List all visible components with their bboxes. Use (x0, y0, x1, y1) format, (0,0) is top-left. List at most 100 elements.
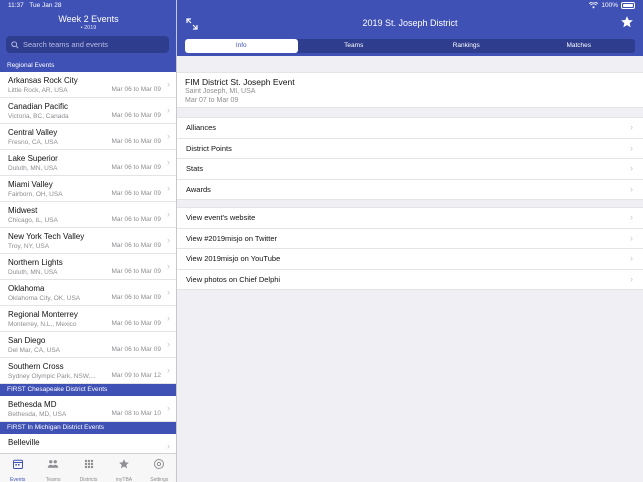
event-list-item[interactable]: Southern Cross Sydney Olympic Park, NSW,.… (0, 358, 176, 384)
detail-segmented-control: Info Teams Rankings Matches (185, 39, 635, 53)
section-header: Regional Events (0, 60, 176, 72)
chevron-right-icon: › (167, 183, 170, 193)
event-list-item[interactable]: Northern Lights Duluth, MN, USA Mar 06 to … (0, 254, 176, 280)
segment-info[interactable]: Info (185, 39, 298, 53)
event-data-row[interactable]: Stats › (177, 159, 643, 180)
search-input[interactable]: Search teams and events (6, 36, 169, 53)
event-dates: Mar 06 to Mar 09 (111, 216, 162, 223)
event-name: Arkansas Rock City (8, 76, 78, 85)
tab-label: myTBA (115, 477, 133, 482)
event-detail-pane: 100% 2019 St. Joseph District Info Teams R… (177, 0, 643, 482)
event-list-item[interactable]: Belleville › (0, 434, 176, 453)
tab-events[interactable]: Events (0, 454, 35, 482)
chevron-right-icon: › (167, 209, 170, 219)
search-placeholder: Search teams and events (23, 40, 109, 49)
event-list-item[interactable]: Canadian Pacific Victoria, BC, Canada Mar … (0, 98, 176, 124)
event-dates: Mar 07 to Mar 09 (185, 97, 239, 104)
event-list-item[interactable]: Regional Monterrey Monterrey, N.L., Mexic… (0, 306, 176, 332)
event-name: Central Valley (8, 128, 58, 137)
status-time: 11:37 Tue Jan 28 (8, 2, 62, 9)
event-dates: Mar 06 to Mar 09 (111, 138, 162, 145)
tab-label: Teams (45, 477, 61, 482)
segment-matches[interactable]: Matches (523, 39, 636, 53)
events-nav-bar: 11:37 Tue Jan 28 Week 2 Events • 2019 Se… (0, 0, 176, 60)
event-name: Oklahoma (8, 284, 45, 293)
settings-icon (153, 457, 165, 475)
chevron-right-icon: › (167, 261, 170, 271)
chevron-right-icon: › (630, 163, 633, 173)
event-list-item[interactable]: Oklahoma Oklahoma City, OK, USA Mar 06 to … (0, 280, 176, 306)
wifi-icon (589, 2, 599, 9)
event-link-label: View #2019misjo on Twitter (186, 233, 278, 243)
battery-icon (621, 2, 635, 9)
event-location: Victoria, BC, Canada (8, 113, 69, 120)
event-location: Little Rock, AR, USA (8, 87, 68, 94)
chevron-right-icon: › (630, 273, 633, 284)
teams-icon (47, 457, 59, 475)
event-link-row[interactable]: View event's website › (177, 208, 643, 229)
event-data-row[interactable]: District Points › (177, 139, 643, 159)
section-header: FIRST In Michigan District Events (0, 422, 176, 434)
event-links-group: View event's website › View #2019misjo on … (177, 207, 643, 290)
event-location: Bethesda, MD, USA (8, 411, 67, 418)
event-link-row[interactable]: View photos on Chief Delphi › (177, 270, 643, 290)
event-data-label: Stats (186, 164, 204, 173)
chevron-right-icon: › (630, 232, 633, 243)
event-link-row[interactable]: View 2019misjo on YouTube › (177, 249, 643, 270)
event-name: San Diego (8, 336, 46, 345)
segment-teams[interactable]: Teams (298, 39, 411, 53)
tab-settings[interactable]: Settings (142, 454, 176, 482)
event-name: Regional Monterrey (8, 310, 78, 319)
event-name: Bethesda MD (8, 400, 57, 409)
events-master-pane: 11:37 Tue Jan 28 Week 2 Events • 2019 Se… (0, 0, 177, 482)
event-list-item[interactable]: New York Tech Valley Troy, NY, USA Mar 06 … (0, 228, 176, 254)
event-link-row[interactable]: View #2019misjo on Twitter › (177, 229, 643, 249)
event-data-group: Alliances › District Points › Stats › Awards › (177, 117, 643, 200)
event-link-label: View photos on Chief Delphi (186, 274, 281, 284)
event-list-item[interactable]: Lake Superior Duluth, MN, USA Mar 06 to Ma… (0, 150, 176, 176)
event-list-item[interactable]: Miami Valley Fairborn, OH, USA Mar 06 to M… (0, 176, 176, 202)
event-name: Midwest (8, 206, 38, 215)
event-dates: Mar 06 to Mar 09 (111, 190, 162, 197)
event-location: Monterrey, N.L., Mexico (8, 321, 77, 328)
star-icon (118, 457, 130, 475)
event-name: Northern Lights (8, 258, 63, 267)
tab-mytba[interactable]: myTBA (106, 454, 141, 482)
chevron-right-icon: › (630, 183, 633, 194)
tab-districts[interactable]: Districts (71, 454, 106, 482)
chevron-right-icon: › (167, 235, 170, 245)
event-name: Miami Valley (8, 180, 53, 189)
event-name: New York Tech Valley (8, 232, 85, 241)
event-list-item[interactable]: Arkansas Rock City Little Rock, AR, USA Ma… (0, 72, 176, 98)
tab-bar: Events Teams Districts myTBA Settings (0, 453, 176, 482)
events-icon (12, 457, 24, 475)
event-list-item[interactable]: Bethesda MD Bethesda, MD, USA Mar 08 to Ma… (0, 396, 176, 422)
favorite-star-icon[interactable] (620, 15, 634, 29)
events-title: Week 2 Events (58, 14, 119, 24)
detail-nav-bar: 100% 2019 St. Joseph District Info Teams R… (177, 0, 643, 56)
event-list-item[interactable]: San Diego Del Mar, CA, USA Mar 06 to Mar 0… (0, 332, 176, 358)
districts-icon (83, 457, 95, 475)
segment-rankings[interactable]: Rankings (410, 39, 523, 53)
chevron-right-icon: › (167, 441, 170, 451)
ipad-screen: 11:37 Tue Jan 28 Week 2 Events • 2019 Se… (0, 0, 643, 482)
chevron-right-icon: › (630, 142, 633, 153)
event-data-row[interactable]: Awards › (177, 180, 643, 200)
event-list-item[interactable]: Central Valley Fresno, CA, USA Mar 06 to M… (0, 124, 176, 150)
event-detail-title: 2019 St. Joseph District (362, 18, 458, 28)
event-data-label: Awards (186, 184, 211, 194)
event-list-item[interactable]: Midwest Chicago, IL, USA Mar 06 to Mar 09 › (0, 202, 176, 228)
tab-teams[interactable]: Teams (35, 454, 70, 482)
chevron-right-icon: › (167, 131, 170, 141)
event-data-row[interactable]: Alliances › (177, 118, 643, 139)
event-info-card: FIM District St. Joseph Event Saint Jose… (177, 72, 643, 108)
event-location: Fairborn, OH, USA (8, 191, 63, 198)
events-list[interactable]: Regional Events Arkansas Rock City Little … (0, 60, 176, 453)
event-location: Sydney Olympic Park, NSW,... (8, 373, 96, 380)
event-dates: Mar 06 to Mar 09 (111, 164, 162, 171)
chevron-right-icon: › (167, 287, 170, 297)
event-location: Oklahoma City, OK, USA (8, 295, 81, 302)
tab-label: Districts (79, 477, 98, 482)
event-data-label: District Points (186, 143, 232, 153)
chevron-right-icon: › (167, 313, 170, 323)
